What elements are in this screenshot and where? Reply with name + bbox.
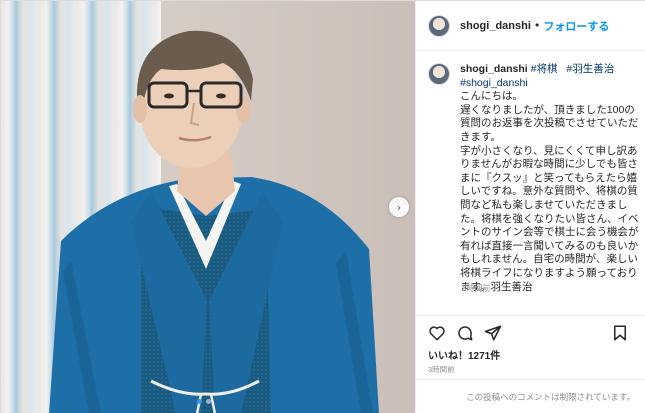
like-button[interactable] [426,322,448,344]
caption-line: 質問のお返事を次投稿でさせていただ [460,117,639,130]
caption-line: きます。 [460,130,501,143]
caption-line: 有れば直接一言聞いてみるのも良いか [460,239,639,252]
caption-line: しいですね。意外な質問や、将棋の質 [460,185,638,198]
heart-icon [429,325,445,340]
instagram-post: › shogi_danshi • フォローする shogi_danshi #将棋… [0,0,645,413]
next-photo-button[interactable]: › [389,197,409,217]
likes-count[interactable]: いいね！1271件 [428,347,500,362]
avatar[interactable] [428,14,450,37]
caption-line: ントのサイン会等で棋士に会う機会が [460,226,639,239]
post-side-panel: shogi_danshi • フォローする shogi_danshi #将棋 #… [415,1,645,413]
caption-line: 字が小さくなり、見にくくて申し訳あ [460,144,638,157]
post-date: 3時間前 [428,365,455,374]
caption-line: 将棋ライフになりますよう願っており [460,266,638,279]
caption-body: shogi_danshi #将棋 #羽生善治 #shogi_danshi こんに… [460,63,639,294]
caption: shogi_danshi #将棋 #羽生善治 #shogi_danshi こんに… [428,63,640,294]
caption-line: た。将棋を強くなりたい皆さん、イベ [460,212,639,225]
hashtag-link[interactable]: #羽生善治 [566,63,614,75]
comment-icon [458,325,473,340]
carousel-dot-1 [197,399,202,404]
caption-username[interactable]: shogi_danshi [460,63,528,75]
caption-line: まに『クスッ』と笑ってもらえたら嬉 [460,171,638,184]
save-button[interactable] [609,322,631,344]
share-icon [484,325,502,340]
caption-line: 問など私も楽しませていただきまし [460,198,628,211]
caption-line: こんにちは。 [460,90,523,103]
carousel-indicator [197,399,211,404]
caption-line: 遅くなりましたが、頂きました100の [460,103,635,116]
carousel-dot-2 [206,399,211,404]
caption-timestamp: 3時間前 [462,284,491,293]
action-bar [416,315,645,349]
person-in-kimono [49,30,379,413]
hashtag-link[interactable]: #将棋 [531,63,558,75]
post-photo[interactable]: › [1,1,415,413]
caption-line: もしれません。自宅の時間が、楽しい [460,253,638,266]
bookmark-icon [614,325,626,341]
hashtag-link[interactable]: #shogi_danshi [460,77,639,91]
chevron-right-icon: › [396,200,402,214]
header-username[interactable]: shogi_danshi [460,20,531,32]
share-button[interactable] [482,322,504,344]
comments-restricted-notice: この投稿へのコメントは制限されています。 [416,379,645,413]
header-separator: • [533,19,541,32]
caption-line: りませんがお暇な時間に少しでも皆さ [460,158,638,171]
caption-text: こんにちは。 遅くなりましたが、頂きました100の 質問のお返事を次投稿でさせていた… [460,90,639,294]
caption-avatar[interactable] [428,63,450,85]
follow-button[interactable]: フォローする [543,18,609,34]
post-header: shogi_danshi • フォローする [416,1,645,51]
comment-button[interactable] [454,322,476,344]
